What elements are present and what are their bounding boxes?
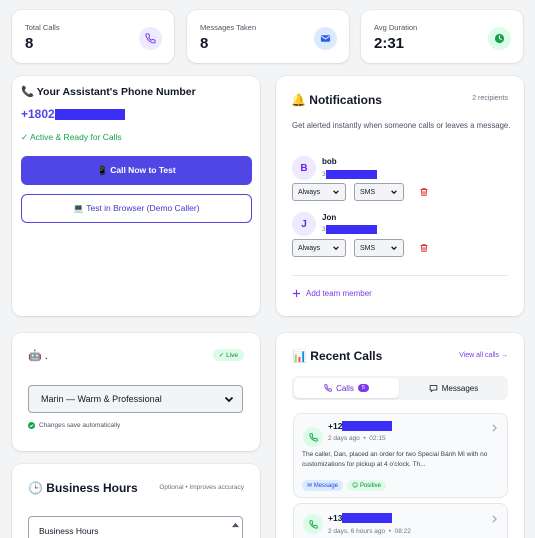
business-hours-title: 🕒 Business Hours — [28, 481, 138, 495]
avatar: B — [292, 156, 316, 180]
recipient-name: bob — [322, 157, 337, 166]
tab-bar: Calls 5 Messages — [292, 376, 508, 400]
assistant-phone-number: +1802 — [21, 107, 125, 121]
chevron-down-icon — [224, 396, 234, 403]
call-tags: ✉ Message 😊 Positive — [302, 480, 386, 491]
phone-icon — [324, 384, 332, 392]
recipient-contact: 3 — [322, 225, 377, 234]
call-summary: The caller, Dan, placed an order for two… — [302, 451, 488, 468]
scroll-up-icon[interactable] — [231, 521, 240, 528]
assistant-avatar: 🤖 . — [28, 350, 48, 362]
notify-when-select[interactable]: Always — [292, 239, 346, 257]
phone-card-title: 📞 Your Assistant's Phone Number — [21, 86, 196, 98]
stat-value: 8 — [200, 35, 209, 52]
phone-number-card: 📞 Your Assistant's Phone Number +1802 ✓ … — [12, 76, 260, 316]
select-value: Always — [298, 244, 321, 252]
call-now-button[interactable]: 📱 Call Now to Test — [21, 156, 252, 185]
live-badge: ✓ Live — [212, 349, 244, 361]
call-item[interactable]: +13 2 days, 6 hours ago • 08:22 — [293, 503, 508, 538]
scrollbar[interactable] — [231, 520, 240, 538]
mail-icon — [314, 27, 337, 50]
select-value: SMS — [360, 188, 376, 196]
call-meta: 2 days ago • 02:15 — [328, 435, 386, 442]
caller-number: +12 — [328, 421, 393, 431]
caller-number-prefix: +13 — [328, 513, 343, 523]
tab-messages[interactable]: Messages — [401, 378, 506, 398]
phone-icon — [139, 27, 162, 50]
sentiment-tag: 😊 Positive — [347, 480, 386, 491]
voice-select[interactable]: Marin — Warm & Professional — [28, 385, 243, 413]
notifications-card: 🔔 Notifications 2 recipients Get alerted… — [276, 76, 524, 316]
notify-method-select[interactable]: SMS — [354, 183, 404, 201]
call-item[interactable]: +12 2 days ago • 02:15 The caller, Dan, … — [293, 413, 508, 498]
add-team-member-button[interactable]: Add team member — [292, 289, 372, 298]
tab-calls[interactable]: Calls 5 — [294, 378, 399, 398]
voice-select-value: Marin — Warm & Professional — [41, 394, 162, 404]
autosave-label: Changes save automatically — [39, 422, 121, 429]
calls-count-badge: 5 — [357, 384, 369, 392]
phone-icon — [303, 427, 323, 447]
chevron-right-icon — [492, 515, 497, 523]
trash-icon[interactable] — [419, 187, 429, 197]
voice-card: 🤖 . ✓ Live Marin — Warm & Professional C… — [12, 333, 260, 451]
trash-icon[interactable] — [419, 243, 429, 253]
phone-icon — [303, 514, 323, 534]
test-in-browser-button[interactable]: 💻 Test in Browser (Demo Caller) — [21, 194, 252, 223]
stat-value: 2:31 — [374, 35, 405, 52]
redacted-block — [342, 513, 393, 523]
message-icon — [429, 384, 438, 392]
notifications-description: Get alerted instantly when someone calls… — [292, 121, 511, 130]
notify-when-select[interactable]: Always — [292, 183, 346, 201]
business-hours-value: Business Hours — [39, 526, 99, 536]
chevron-down-icon — [333, 190, 339, 195]
autosave-note: Changes save automatically — [28, 422, 120, 429]
business-hours-input[interactable]: Business Hours — [28, 516, 243, 538]
clock-icon — [488, 27, 511, 50]
recipient-name: Jon — [322, 213, 337, 222]
chevron-right-icon — [492, 424, 497, 432]
business-hours-card: 🕒 Business Hours Optional • Improves acc… — [12, 464, 260, 538]
avatar: J — [292, 212, 316, 236]
call-meta: 2 days, 6 hours ago • 08:22 — [328, 528, 411, 535]
phone-number-prefix: +1802 — [21, 107, 55, 121]
business-hours-note: Optional • Improves accuracy — [159, 484, 244, 491]
chevron-down-icon — [391, 246, 397, 251]
message-tag: ✉ Message — [302, 480, 344, 491]
recent-calls-title: 📊 Recent Calls — [292, 349, 383, 363]
stat-card-avg-duration: Avg Duration 2:31 — [361, 10, 523, 63]
stat-label: Avg Duration — [374, 23, 418, 32]
redacted-block — [54, 108, 125, 120]
tab-messages-label: Messages — [441, 383, 479, 393]
check-circle-icon — [28, 422, 35, 429]
redacted-block — [325, 225, 377, 234]
chevron-down-icon — [333, 246, 339, 251]
redacted-block — [325, 170, 377, 179]
recipient-contact: 3 — [322, 170, 377, 179]
select-value: SMS — [360, 244, 376, 252]
caller-number-prefix: +12 — [328, 421, 343, 431]
stat-card-total-calls: Total Calls 8 — [12, 10, 174, 63]
active-status: ✓ Active & Ready for Calls — [21, 132, 122, 142]
chevron-down-icon — [391, 190, 397, 195]
stat-value: 8 — [25, 35, 34, 52]
view-all-calls-link[interactable]: View all calls → — [459, 352, 508, 359]
recipients-count: 2 recipients — [472, 95, 508, 102]
recent-calls-card: 📊 Recent Calls View all calls → Calls 5 … — [276, 333, 524, 538]
tab-calls-label: Calls — [336, 383, 354, 393]
plus-icon — [292, 289, 301, 298]
stat-card-messages: Messages Taken 8 — [187, 10, 349, 63]
stat-label: Total Calls — [25, 23, 60, 32]
redacted-block — [342, 421, 393, 431]
caller-number: +13 — [328, 513, 393, 523]
divider — [292, 275, 508, 276]
stat-label: Messages Taken — [200, 23, 257, 32]
add-team-member-label: Add team member — [306, 289, 372, 298]
notify-method-select[interactable]: SMS — [354, 239, 404, 257]
notifications-title: 🔔 Notifications — [291, 93, 382, 107]
select-value: Always — [298, 188, 321, 196]
